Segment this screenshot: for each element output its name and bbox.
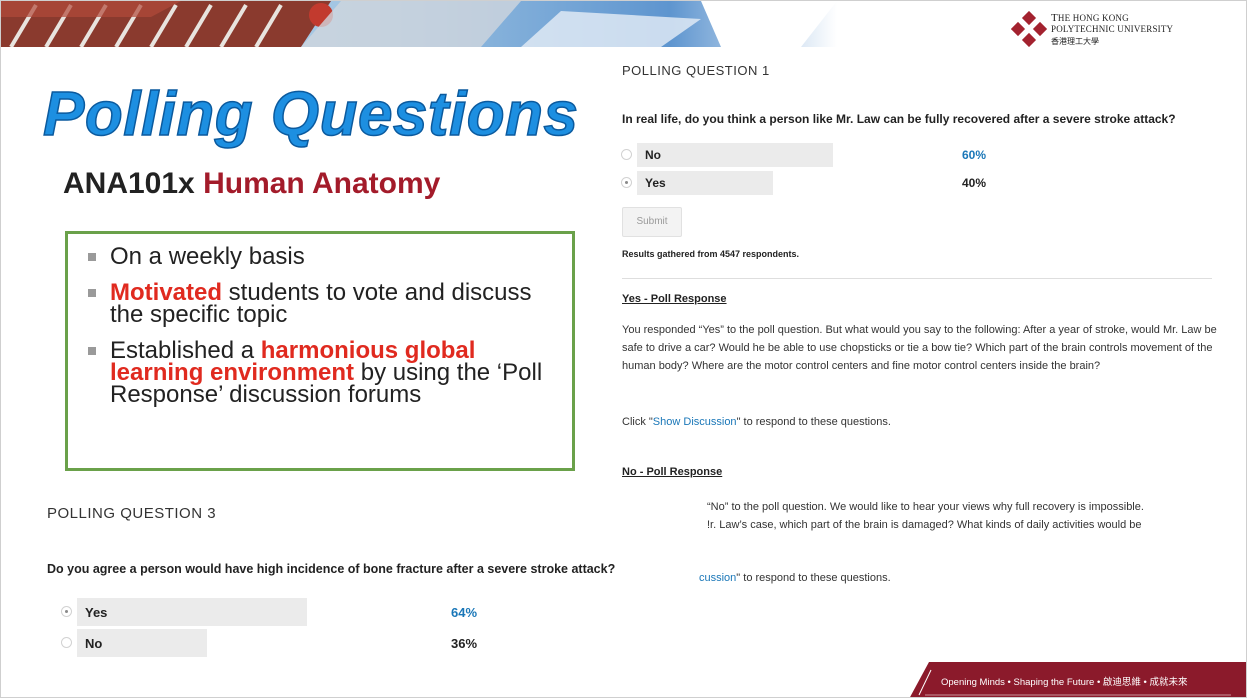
- poll1-option-no[interactable]: No 60%: [621, 143, 997, 167]
- polyu-emblem-icon: [1011, 11, 1047, 47]
- cta-prefix: Click ": [622, 416, 653, 428]
- option-label: Yes: [645, 176, 666, 190]
- submit-button[interactable]: Submit: [622, 207, 682, 237]
- poll3-heading: POLLING QUESTION 3: [47, 505, 217, 522]
- option-percent: 40%: [962, 176, 987, 190]
- no-response-title: No - Poll Response: [622, 466, 723, 478]
- option-percent: 36%: [451, 636, 478, 651]
- cta-suffix: " to respond to these questions.: [736, 572, 891, 584]
- radio-button-selected[interactable]: [61, 606, 72, 617]
- poll1-heading: POLLING QUESTION 1: [622, 63, 770, 78]
- poll1-no-bar: [637, 143, 834, 167]
- bullet-item: Established a harmonious global learning…: [88, 339, 554, 407]
- option-label: Yes: [85, 605, 108, 620]
- cta-suffix: " to respond to these questions.: [736, 416, 891, 428]
- show-discussion-link[interactable]: Show Discussion: [653, 416, 737, 428]
- yes-response-title: Yes - Poll Response: [622, 293, 727, 305]
- yes-response-text: You responded “Yes” to the poll question…: [622, 324, 1217, 372]
- poll3-option-yes[interactable]: Yes 64%: [61, 598, 497, 626]
- university-logo: THE HONG KONG POLYTECHNIC UNIVERSITY 香港理…: [1011, 11, 1231, 47]
- show-discussion-link[interactable]: cussion: [699, 572, 736, 584]
- poll3-yes-bar: [77, 598, 307, 626]
- poll1-option-yes[interactable]: Yes 40%: [621, 171, 997, 195]
- footer-banner: Opening Minds • Shaping the Future • 啟迪思…: [901, 662, 1246, 697]
- no-response-line1: “No” to the poll question. We would like…: [707, 501, 1144, 513]
- university-name-en: THE HONG KONG POLYTECHNIC UNIVERSITY: [1051, 13, 1173, 35]
- footer-tagline: Opening Minds • Shaping the Future • 啟迪思…: [941, 677, 1188, 688]
- slide: THE HONG KONG POLYTECHNIC UNIVERSITY 香港理…: [0, 0, 1247, 698]
- results-count: Results gathered from 4547 respondents.: [622, 249, 800, 259]
- option-label: No: [85, 636, 103, 651]
- radio-button-selected[interactable]: [621, 177, 632, 188]
- radio-button[interactable]: [61, 637, 72, 648]
- logo-line1: HE HONG KONG: [1057, 13, 1129, 23]
- bullet-text: On a weekly basis: [110, 243, 305, 270]
- bullet-item: On a weekly basis: [88, 243, 554, 270]
- option-label: No: [645, 148, 661, 162]
- no-response-cta: cussion" to respond to these questions.: [699, 569, 891, 587]
- radio-button[interactable]: [621, 149, 632, 160]
- course-name: Human Anatomy: [203, 167, 441, 200]
- bullet-box: On a weekly basis Motivated students to …: [65, 231, 575, 471]
- poll1-question: In real life, do you think a person like…: [622, 112, 1176, 126]
- poll3-question: Do you agree a person would have high in…: [47, 562, 616, 576]
- course-code: ANA101x: [63, 167, 195, 200]
- divider: [622, 278, 1212, 279]
- logo-cap: T: [1051, 12, 1058, 24]
- yes-response-cta: Click "Show Discussion" to respond to th…: [622, 413, 1222, 431]
- no-response-line2: !r. Law’s case, which part of the brain …: [707, 519, 1142, 531]
- university-name-zh: 香港理工大學: [1051, 37, 1099, 46]
- header-photo-banner: [1, 1, 837, 47]
- poll3-option-no[interactable]: No 36%: [61, 629, 497, 657]
- bullet-item: Motivated students to vote and discuss t…: [88, 281, 554, 327]
- option-percent: 60%: [962, 148, 987, 162]
- option-percent: 64%: [451, 605, 478, 620]
- logo-line2: POLYTECHNIC UNIVERSITY: [1051, 24, 1174, 34]
- course-title: ANA101x Human Anatomy: [63, 167, 440, 201]
- slide-title: Polling Questions: [42, 79, 579, 150]
